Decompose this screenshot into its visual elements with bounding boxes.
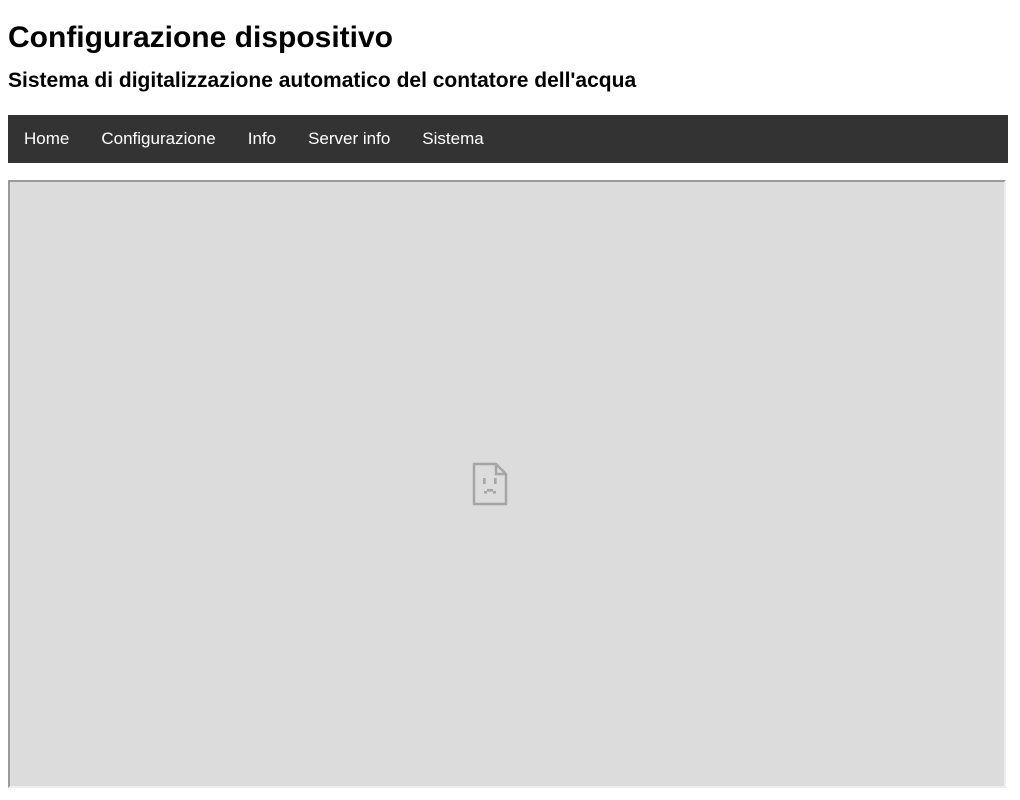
nav-item-info[interactable]: Info: [232, 115, 292, 163]
content-iframe[interactable]: [8, 180, 1006, 788]
nav-item-home[interactable]: Home: [8, 115, 85, 163]
nav-bar: Home Configurazione Info Server info Sis…: [8, 115, 1008, 163]
nav-item-sistema[interactable]: Sistema: [406, 115, 499, 163]
broken-page-icon: [472, 462, 508, 506]
page-subtitle: Sistema di digitalizzazione automatico d…: [8, 69, 637, 92]
nav-item-configurazione[interactable]: Configurazione: [85, 115, 231, 163]
page-title: Configurazione dispositivo: [8, 21, 394, 54]
nav-item-server-info[interactable]: Server info: [292, 115, 406, 163]
